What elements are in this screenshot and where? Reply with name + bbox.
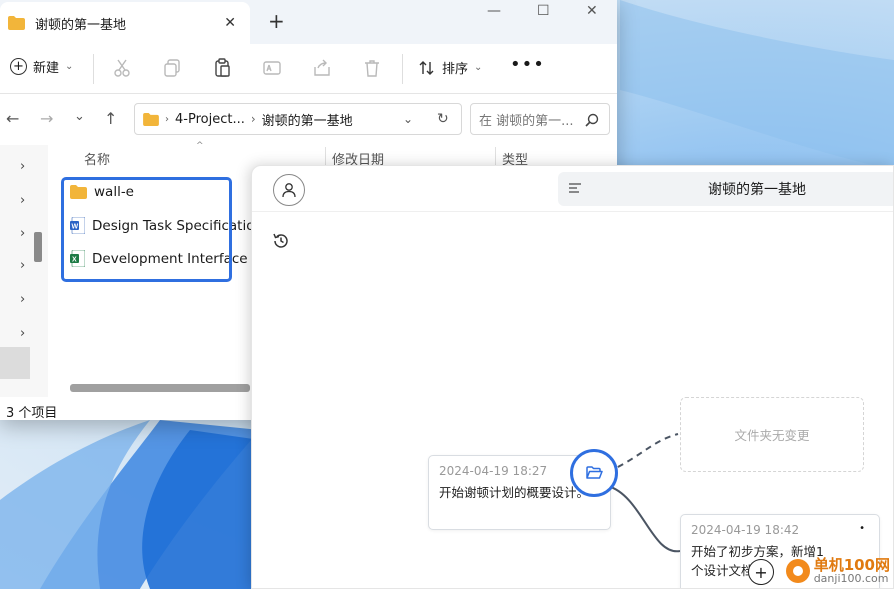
address-bar-row: ← → ⌄ ↑ › 4-Project... › 谢顿的第一基地 ⌄ ↻ 在 谢…	[0, 97, 617, 143]
delete-icon[interactable]	[362, 58, 382, 78]
refresh-icon[interactable]: ↻	[437, 111, 449, 127]
folder-icon	[143, 112, 159, 126]
node-description: 开始谢顿计划的概要设计。	[439, 485, 590, 500]
back-arrow-icon[interactable]: ←	[6, 109, 19, 128]
share-icon[interactable]	[312, 58, 332, 78]
more-options-icon[interactable]: •••	[510, 54, 545, 75]
search-field[interactable]: 在 谢顿的第一...	[470, 103, 610, 135]
sort-ascending-icon: ^	[196, 141, 204, 151]
add-node-button[interactable]: +	[748, 559, 774, 585]
watermark: 单机100网 danji100.com	[785, 555, 890, 586]
command-bar: + 新建 ⌄ 排序 ⌄ •••	[0, 44, 617, 94]
tab-current-folder[interactable]: 谢顿的第一基地 ✕	[0, 2, 250, 44]
breadcrumb-separator-icon: ›	[250, 112, 256, 126]
search-icon	[585, 113, 599, 127]
folder-icon	[8, 16, 25, 30]
sort-button[interactable]: 排序 ⌄	[418, 58, 482, 77]
close-tab-icon[interactable]: ✕	[224, 15, 236, 31]
empty-node-text: 文件夹无变更	[734, 428, 810, 443]
divider	[325, 147, 326, 167]
watermark-url: danji100.com	[813, 572, 889, 586]
plus-icon: +	[754, 562, 768, 582]
search-placeholder: 在 谢顿的第一...	[479, 113, 574, 129]
forward-arrow-icon[interactable]: →	[40, 109, 53, 128]
item-count-status: 3 个项目	[6, 406, 58, 421]
breadcrumb-current[interactable]: 谢顿的第一基地	[262, 110, 353, 129]
breadcrumb-separator-icon: ›	[165, 113, 169, 125]
plus-icon: +	[10, 58, 27, 75]
watermark-name: 单机100网	[813, 555, 890, 574]
column-name[interactable]: 名称	[84, 149, 110, 168]
address-bar[interactable]: › 4-Project... › 谢顿的第一基地 ⌄ ↻	[134, 103, 462, 135]
horizontal-scrollbar[interactable]	[70, 384, 250, 392]
expand-chevron-icon[interactable]: ›	[20, 226, 25, 241]
nav-selected-item[interactable]	[0, 347, 30, 379]
paste-icon[interactable]	[212, 58, 232, 78]
new-button[interactable]: + 新建 ⌄	[10, 57, 73, 76]
app-window: 谢顿的第一基地 文件夹无变更 2024-04-19 18:27 开始谢顿计划的概…	[251, 165, 894, 589]
chevron-down-icon: ⌄	[65, 61, 74, 72]
recent-locations-icon[interactable]: ⌄	[74, 109, 85, 124]
address-dropdown-icon[interactable]: ⌄	[403, 112, 413, 126]
node-dot-icon: •	[859, 523, 865, 534]
empty-change-node: 文件夹无变更	[680, 397, 864, 472]
nav-scrollbar[interactable]	[34, 232, 42, 262]
chevron-down-icon: ⌄	[474, 62, 483, 73]
expand-chevron-icon[interactable]: ›	[20, 258, 25, 273]
close-window-icon[interactable]: ✕	[586, 3, 598, 19]
expand-chevron-icon[interactable]: ›	[20, 326, 25, 341]
title-bar: 谢顿的第一基地 ✕ + — ☐ ✕	[0, 0, 617, 44]
rename-icon[interactable]	[262, 58, 282, 78]
cut-icon[interactable]	[112, 58, 132, 78]
sort-label: 排序	[442, 62, 469, 77]
breadcrumb-parent[interactable]: 4-Project...	[175, 112, 245, 127]
files-highlight-box	[61, 177, 232, 282]
expand-chevron-icon[interactable]: ›	[20, 193, 25, 208]
up-arrow-icon[interactable]: ↑	[104, 109, 117, 128]
expand-chevron-icon[interactable]: ›	[20, 159, 25, 174]
expand-chevron-icon[interactable]: ›	[20, 292, 25, 307]
copy-icon[interactable]	[162, 58, 182, 78]
tab-title: 谢顿的第一基地	[35, 17, 127, 33]
divider	[402, 54, 403, 84]
minimize-icon[interactable]: —	[487, 3, 501, 19]
sort-icon	[419, 60, 434, 75]
new-label: 新建	[33, 61, 60, 76]
divider	[495, 147, 496, 167]
maximize-icon[interactable]: ☐	[537, 3, 550, 19]
divider	[93, 54, 94, 84]
open-folder-button[interactable]	[570, 449, 618, 497]
new-tab-icon[interactable]: +	[268, 9, 285, 33]
folder-open-icon	[585, 466, 603, 479]
watermark-logo-icon	[785, 559, 810, 584]
node-timestamp: 2024-04-19 18:42	[691, 523, 800, 537]
